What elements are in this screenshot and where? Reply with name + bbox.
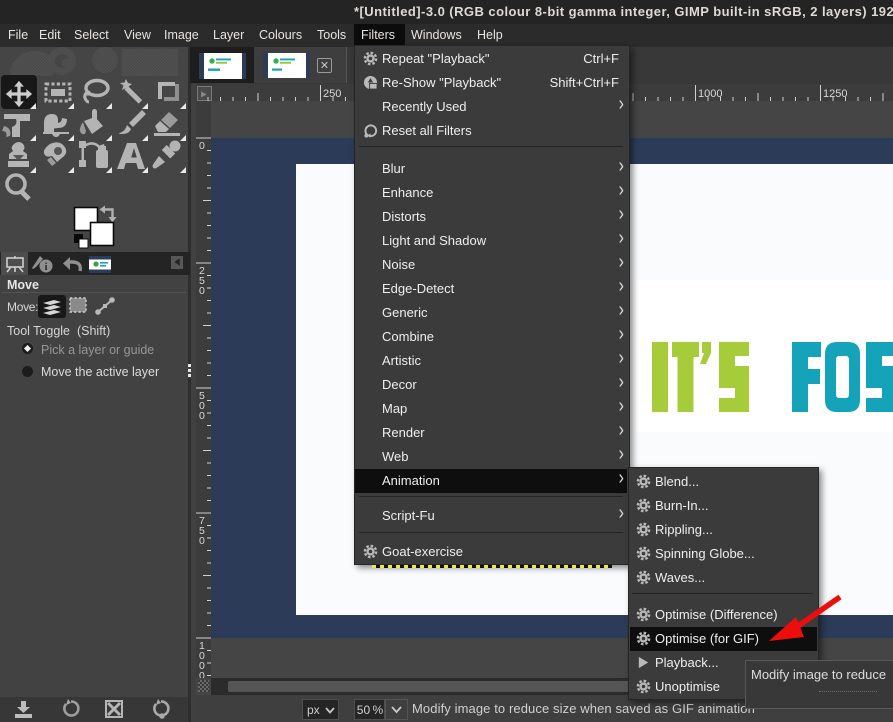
svg-text:250: 250 [323,88,341,100]
svg-text:i: i [44,262,47,273]
svg-text:1250: 1250 [823,88,847,100]
svg-text:0: 0 [199,535,205,547]
svg-text:0: 0 [199,670,205,678]
svg-text:0: 0 [199,410,205,422]
svg-text:0: 0 [199,140,205,152]
svg-text:0: 0 [199,285,205,297]
svg-text:1000: 1000 [698,88,722,100]
